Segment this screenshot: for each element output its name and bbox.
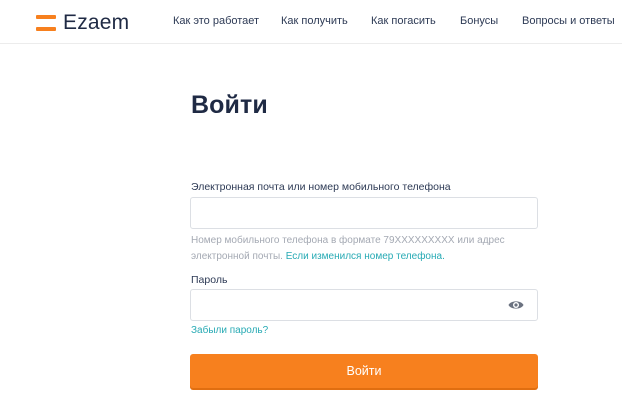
forgot-password-link[interactable]: Забыли пароль?: [191, 325, 268, 336]
nav-faq[interactable]: Вопросы и ответы: [522, 15, 615, 27]
nav-bonuses[interactable]: Бонусы: [460, 15, 498, 27]
site-header: Ezaem Как это работает Как получить Как …: [0, 0, 622, 44]
nav-how-to-get[interactable]: Как получить: [281, 15, 348, 27]
eye-icon[interactable]: [508, 298, 524, 312]
password-input[interactable]: [190, 289, 538, 321]
logo-text: Ezaem: [63, 11, 130, 34]
email-input[interactable]: [190, 197, 538, 229]
login-button[interactable]: Войти: [190, 354, 538, 388]
email-hint: Номер мобильного телефона в формате 79XX…: [191, 233, 541, 265]
logo-icon: [36, 14, 56, 32]
password-label: Пароль: [191, 274, 228, 286]
nav-how-to-repay[interactable]: Как погасить: [371, 15, 436, 27]
page-title: Войти: [191, 91, 268, 119]
nav-how-it-works[interactable]: Как это работает: [173, 15, 259, 27]
phone-changed-link[interactable]: Если изменился номер телефона.: [286, 251, 445, 262]
email-label: Электронная почта или номер мобильного т…: [191, 181, 451, 193]
logo[interactable]: Ezaem: [36, 12, 129, 34]
